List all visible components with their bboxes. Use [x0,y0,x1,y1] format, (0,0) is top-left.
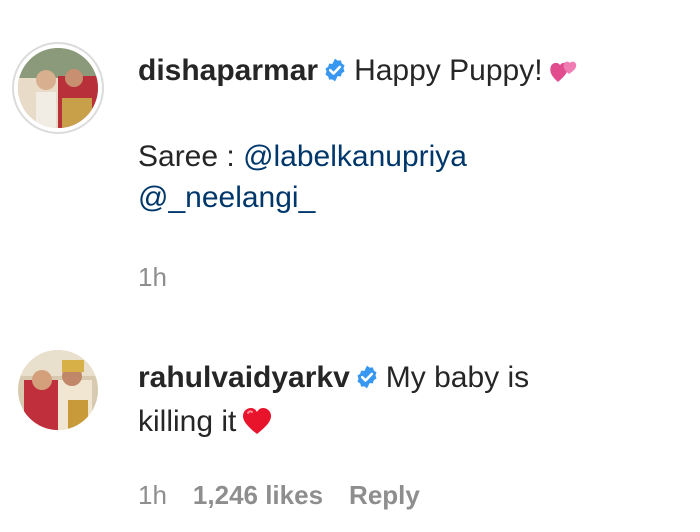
comment-meta: 1h [138,262,193,293]
two-hearts-icon [549,54,579,95]
comment-item: dishaparmar Happy Puppy! Saree : @labelka… [0,0,700,320]
username[interactable]: rahulvaidyarkv [138,361,350,394]
username[interactable]: dishaparmar [138,54,318,87]
caption-line: @_neelangi_ [138,177,683,218]
avatar[interactable] [18,350,98,430]
mention-link[interactable]: @_neelangi_ [138,181,315,214]
comment-text: killing it [138,405,237,438]
reply-button[interactable]: Reply [349,480,420,510]
likes-count[interactable]: 1,246 likes [193,480,323,510]
comment-meta: 1h 1,246 likes Reply [138,480,446,511]
mention-link[interactable]: @labelkanupriya [243,140,467,173]
timestamp[interactable]: 1h [138,262,167,292]
comment-text: My baby is [385,361,530,394]
comment-body: rahulvaidyarkv My baby is killing it [138,357,658,446]
comment-body: dishaparmar Happy Puppy! Saree : @labelka… [138,50,683,218]
red-heart-icon [242,405,272,446]
verified-badge-icon [322,53,348,94]
avatar[interactable] [18,48,98,128]
verified-badge-icon [354,360,380,401]
caption-line: Saree : @labelkanupriya [138,136,683,177]
avatar-image [18,350,98,430]
timestamp[interactable]: 1h [138,480,167,510]
comment-item: rahulvaidyarkv My baby is killing it 1h 1,… [0,320,700,532]
caption-prefix: Saree : [138,140,244,173]
comment-text: Happy Puppy! [354,54,543,87]
comment-text-line: killing it [138,401,658,446]
avatar-image [18,48,98,128]
